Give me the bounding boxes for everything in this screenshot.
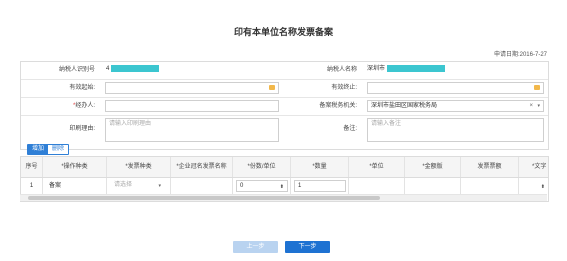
taxpayer-name-prefix: 深圳市 [367,66,386,72]
col-header-invoice-type: *发票种类 [107,157,171,177]
filing-form: 纳税人识别号 4 纳税人名称 深圳市 有效起始: 有效终止: *经办人: 备案税… [20,61,549,150]
copies-value: 0 [240,183,244,189]
row-unit-cell[interactable] [349,178,405,194]
masked-taxpayer-name [386,64,445,72]
print-reason-label: 印刷理由: [69,126,95,132]
row-operation: 备案 [43,178,107,194]
form-row-1: 纳税人识别号 4 纳税人名称 深圳市 [21,62,548,80]
invoice-type-select[interactable]: 请选择 ▾ [111,180,165,192]
row-invoice-name-cell[interactable] [171,178,233,194]
scrollbar-thumb[interactable] [28,196,380,200]
col-header-invoice-amount: 发票票额 [461,157,519,177]
calendar-icon[interactable] [269,85,275,90]
col-header-quantity: *数量 [291,157,349,177]
prev-step-button[interactable]: 上一步 [233,241,278,253]
row-amount-version-cell[interactable] [405,178,461,194]
row-invoice-amount-cell[interactable] [461,178,519,194]
tax-office-label: 备案税务机关: [319,103,357,109]
taxpayer-name-label: 纳税人名称 [326,67,357,73]
handler-label-text: 经办人: [75,103,95,109]
form-row-2: 有效起始: 有效终止: [21,80,548,98]
valid-end-input[interactable] [367,82,544,94]
form-row-3: *经办人: 备案税务机关: 深圳市盐田区国家税务局 × ▾ [21,98,548,116]
col-header-amount-version: *金额版 [405,157,461,177]
col-header-text: *文字 [532,164,547,170]
col-header-index: 序号 [21,157,43,177]
tax-office-select[interactable]: 深圳市盐田区国家税务局 × ▾ [367,100,544,112]
next-step-button[interactable]: 下一步 [285,241,330,253]
remark-label: 备注: [343,126,357,132]
form-row-4: 印刷理由: 请输入印刷理由 备注: 请输入备注 [21,116,548,148]
col-header-invoice-name: *企业冠名发票名称 [171,157,233,177]
valid-start-label: 有效起始: [69,85,95,91]
valid-start-input[interactable] [105,82,279,94]
copies-stepper[interactable]: 0 ⬍ [236,180,288,192]
row-invoice-type-cell: 请选择 ▾ [107,178,171,194]
apply-date: 申请日期:2016-7-27 [493,52,547,58]
delete-row-button[interactable]: 删除 [47,144,70,155]
spinner-icon[interactable]: ⬍ [280,182,284,192]
print-reason-textarea[interactable]: 请输入印刷理由 [105,118,279,142]
row-copies-cell: 0 ⬍ [233,178,291,194]
col-header-operation: *操作种类 [43,157,107,177]
chevron-down-icon[interactable]: ▾ [537,101,540,111]
col-header-copies: *份数/单位 [233,157,291,177]
col-header-unit: *单位 [349,157,405,177]
remark-placeholder: 请输入备注 [371,121,402,127]
masked-taxpayer-id [111,64,160,72]
taxpayer-name-field: 深圳市 [364,64,544,76]
print-reason-placeholder: 请输入印刷理由 [109,121,152,127]
clear-icon[interactable]: × [529,101,533,111]
chevron-down-icon[interactable]: ▾ [158,181,161,191]
table-row: 1 备案 请选择 ▾ 0 ⬍ 1 ⬍ [21,178,548,194]
invoice-type-placeholder: 请选择 [114,182,133,188]
handler-label: *经办人: [21,98,95,115]
add-row-button[interactable]: 增加 [27,144,50,155]
taxpayer-id-field: 4 [103,64,293,76]
handler-input[interactable] [105,100,279,112]
row-quantity-cell: 1 [291,178,349,194]
taxpayer-id-prefix: 4 [106,66,110,72]
grid-header: 序号 *操作种类 *发票种类 *企业冠名发票名称 *份数/单位 *数量 *单位 … [21,157,548,178]
page-title: 印有本单位名称发票备案 [233,27,333,37]
tax-office-value: 深圳市盐田区国家税务局 [371,103,438,109]
quantity-value: 1 [298,183,302,189]
calendar-icon[interactable] [534,85,540,90]
spinner-icon[interactable]: ⬍ [541,179,545,195]
valid-end-label: 有效终止: [331,85,357,91]
remark-textarea[interactable]: 请输入备注 [367,118,544,142]
horizontal-scrollbar[interactable] [20,194,547,201]
taxpayer-id-label: 纳税人识别号 [58,67,95,73]
row-index: 1 [21,178,43,194]
row-text-cell[interactable]: ⬍ [519,178,548,194]
quantity-stepper[interactable]: 1 [294,180,346,192]
